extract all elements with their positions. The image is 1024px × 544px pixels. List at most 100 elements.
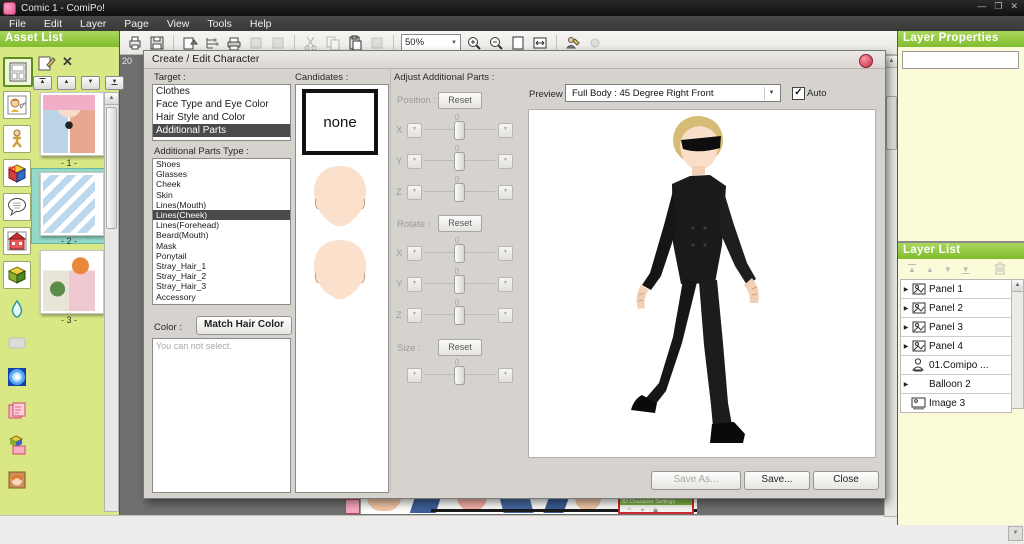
slider-thumb[interactable] [454,121,465,140]
layer-to-top-icon[interactable]: ▲ [908,265,916,274]
page-thumbnail-1[interactable] [40,92,104,156]
layer-down-icon[interactable]: ▼ [944,265,952,274]
slider-increment-button[interactable]: ▼ [498,308,513,323]
target-item[interactable]: Clothes [153,85,290,98]
character-edit-icon[interactable] [564,34,582,52]
match-hair-color-button[interactable]: Match Hair Color [196,316,292,335]
story-editor-icon[interactable] [203,34,221,52]
category-all-items-icon[interactable] [3,431,31,459]
parts-type-item[interactable]: Stray_Hair_1 [153,261,290,271]
slider-increment-button[interactable]: ▼ [498,185,513,200]
candidate-face-1[interactable] [304,161,376,229]
export-page-icon[interactable] [181,34,199,52]
slider-thumb[interactable] [454,366,465,385]
parts-type-item[interactable]: Glasses [153,169,290,179]
slider-decrement-button[interactable]: ▼ [407,123,422,138]
slider-increment-button[interactable]: ▼ [498,123,513,138]
layer-row-panel-1[interactable]: ▶ Panel 1 [901,280,1011,299]
slider-increment-button[interactable]: ▼ [498,277,513,292]
preview-angle-select[interactable]: Full Body : 45 Degree Right Front ▼ [565,84,781,102]
category-balloon-icon[interactable] [3,193,31,221]
layer-row-panel-4[interactable]: ▶ Panel 4 [901,337,1011,356]
slider-thumb[interactable] [454,275,465,294]
minimize-icon[interactable]: — [977,1,986,12]
parts-type-item-selected[interactable]: Lines(Cheek) [153,210,290,220]
page-thumbnail-2[interactable] [40,172,104,236]
edit-page-icon[interactable] [38,55,56,76]
maximize-icon[interactable]: ❐ [994,1,1002,12]
auto-checkbox[interactable]: ✓ [792,87,805,100]
target-item[interactable]: Face Type and Eye Color [153,98,290,111]
menu-layer[interactable]: Layer [71,18,115,30]
slider-increment-button[interactable]: ▼ [498,246,513,261]
expand-icon[interactable]: ▶ [901,381,911,388]
parts-type-item[interactable]: Ponytail [153,251,290,261]
scroll-up-icon[interactable]: ▲ [1012,280,1023,292]
category-character-icon[interactable] [3,91,31,119]
slider-decrement-button[interactable]: ▼ [407,154,422,169]
expand-icon[interactable]: ▶ [901,305,911,312]
asset-list-scrollbar[interactable]: ▲ [104,92,119,512]
layer-row-panel-3[interactable]: ▶ Panel 3 [901,318,1011,337]
zoom-out-icon[interactable] [487,34,505,52]
slider-thumb[interactable] [454,306,465,325]
slider-thumb[interactable] [454,183,465,202]
slider-increment-button[interactable]: ▼ [498,368,513,383]
menu-file[interactable]: File [0,18,35,30]
fit-width-icon[interactable] [531,34,549,52]
page-label-3[interactable]: - 3 - [40,315,98,325]
menu-help[interactable]: Help [241,18,281,30]
slider-decrement-button[interactable]: ▼ [407,246,422,261]
category-effect-burst-icon[interactable] [3,363,31,391]
category-favorites-icon[interactable] [3,465,31,493]
category-page-layout-icon[interactable] [3,57,33,87]
delete-page-icon[interactable]: ✕ [62,54,73,70]
slider-decrement-button[interactable]: ▼ [407,368,422,383]
menu-edit[interactable]: Edit [35,18,71,30]
layer-list-scrollbar[interactable]: ▲ [1011,279,1024,409]
target-item[interactable]: Hair Style and Color [153,111,290,124]
position-reset-button[interactable]: Reset [438,92,482,109]
scrollbar-thumb[interactable] [886,96,897,150]
slider-decrement-button[interactable]: ▼ [407,277,422,292]
layer-row-character[interactable]: 01.Comipo ... [901,356,1011,375]
scrollbar-thumb[interactable] [106,107,117,229]
print-icon[interactable] [126,34,144,52]
slider-decrement-button[interactable]: ▼ [407,185,422,200]
expand-icon[interactable]: ▶ [901,286,911,293]
parts-type-item[interactable]: Stray_Hair_3 [153,281,290,291]
parts-type-item[interactable]: Cheek [153,179,290,189]
category-pose-icon[interactable] [3,125,31,153]
category-pattern-sheets-icon[interactable] [3,397,31,425]
category-effect-drop-icon[interactable] [3,295,31,323]
eye-icon[interactable]: ◉ [653,507,659,514]
page-thumbnail-3[interactable] [40,250,104,314]
move-icon[interactable]: ⌖ [641,507,645,514]
parts-type-item[interactable]: Beard(Mouth) [153,230,290,240]
scroll-up-icon[interactable]: ▲ [105,93,118,105]
slider-increment-button[interactable]: ▼ [498,154,513,169]
size-reset-button[interactable]: Reset [438,339,482,356]
layer-to-bottom-icon[interactable]: ▼ [962,265,970,274]
parts-type-item[interactable]: Lines(Forehead) [153,220,290,230]
layer-row-panel-2[interactable]: ▶ Panel 2 [901,299,1011,318]
zoom-level-select[interactable]: 50% ▼ [401,34,461,52]
slider-thumb[interactable] [454,244,465,263]
prev-page-button[interactable]: ▲ [57,76,76,90]
trash-icon[interactable] [994,262,1006,277]
category-item-cube-icon[interactable] [3,261,31,289]
expand-icon[interactable]: ▶ [901,324,911,331]
paste-icon[interactable] [346,34,364,52]
save-button[interactable]: Save... [744,471,810,490]
parts-type-item[interactable]: Stray_Hair_2 [153,271,290,281]
candidate-face-2[interactable] [304,236,376,302]
category-3d-item-icon[interactable]: 3D [3,159,31,187]
menu-tools[interactable]: Tools [198,18,241,30]
rotate-reset-button[interactable]: Reset [438,215,482,232]
save-icon[interactable] [148,34,166,52]
close-button[interactable]: Close [813,471,879,490]
parts-type-item[interactable]: Mask [153,241,290,251]
fit-page-icon[interactable] [509,34,527,52]
layer-name-input[interactable] [902,51,1019,69]
parts-type-item[interactable]: Lines(Mouth) [153,200,290,210]
